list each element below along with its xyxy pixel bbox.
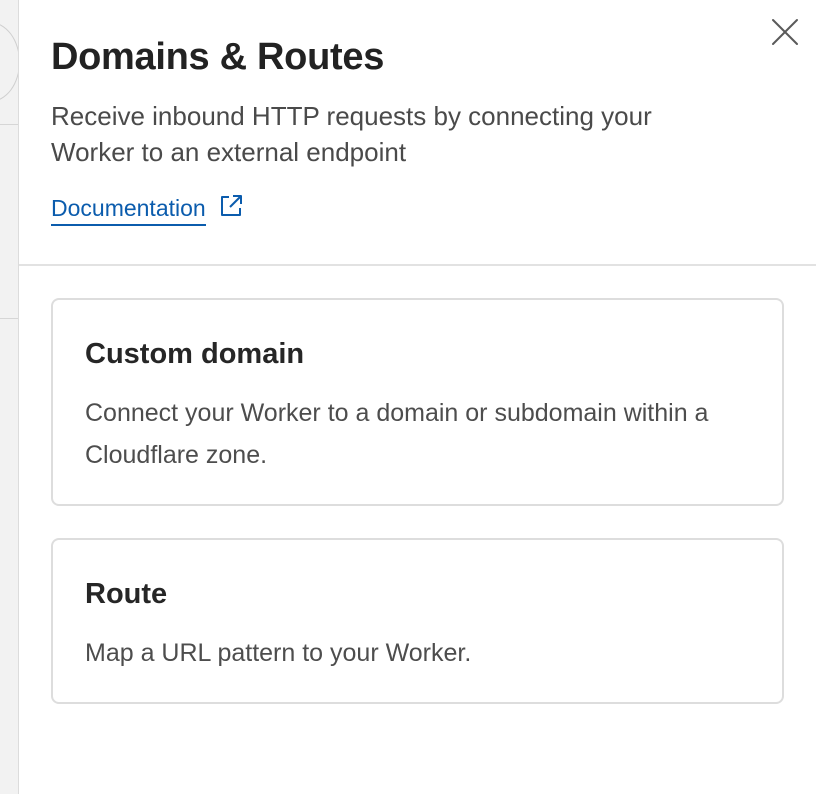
route-title: Route bbox=[85, 578, 168, 610]
custom-domain-option-card[interactable]: Custom domain Connect your Worker to a d… bbox=[51, 298, 784, 506]
header-divider bbox=[19, 264, 816, 266]
background-divider bbox=[0, 124, 18, 125]
external-link-icon bbox=[218, 193, 244, 219]
background-divider bbox=[0, 318, 18, 319]
background-partial-element bbox=[0, 22, 20, 102]
custom-domain-description: Connect your Worker to a domain or subdo… bbox=[85, 399, 709, 469]
panel-subtitle: Receive inbound HTTP requests by connect… bbox=[51, 101, 652, 167]
documentation-link-label: Documentation bbox=[51, 194, 206, 226]
background-page bbox=[0, 0, 20, 794]
domains-routes-panel: Domains & Routes Receive inbound HTTP re… bbox=[18, 0, 816, 794]
close-button[interactable] bbox=[767, 14, 803, 50]
route-option-card[interactable]: Route Map a URL pattern to your Worker. bbox=[51, 538, 784, 704]
close-icon bbox=[772, 19, 798, 45]
documentation-link[interactable]: Documentation bbox=[51, 194, 244, 226]
route-description: Map a URL pattern to your Worker. bbox=[85, 639, 472, 667]
custom-domain-title: Custom domain bbox=[85, 338, 305, 370]
panel-title: Domains & Routes bbox=[51, 36, 385, 78]
